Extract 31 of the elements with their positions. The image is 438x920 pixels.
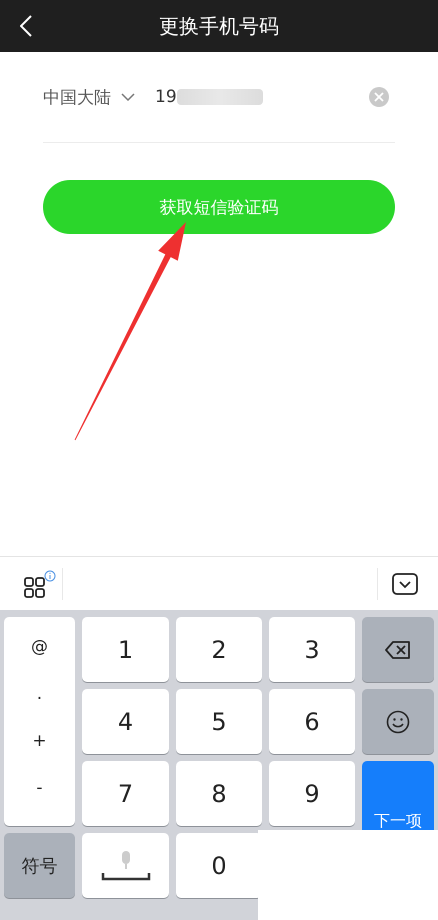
grid-icon [24,570,56,598]
space-key[interactable] [82,833,169,898]
close-icon [374,92,384,102]
digit-key[interactable]: 1 [82,617,169,682]
collapse-icon [392,572,418,594]
symbol-key[interactable]: . [20,680,60,708]
digit-key[interactable]: 9 [269,761,355,826]
region-selector[interactable]: 中国大陆 [43,86,135,108]
apps-button[interactable] [24,570,56,598]
digit-key[interactable]: 7 [82,761,169,826]
delete-key[interactable] [362,617,434,682]
hide-keyboard-button[interactable] [392,572,418,594]
digit-key[interactable]: 2 [176,617,262,682]
digit-key[interactable]: 5 [176,689,262,754]
symbols-key[interactable]: 符号 [4,833,75,898]
smiley-icon [386,710,410,734]
digit-key[interactable]: 4 [82,689,169,754]
digit-key[interactable]: 3 [269,617,355,682]
emoji-key[interactable] [362,689,434,754]
digit-key[interactable]: 6 [269,689,355,754]
symbol-key[interactable]: - [20,774,60,802]
next-key[interactable]: 下一项 [362,761,434,831]
back-icon [20,15,32,37]
chevron-down-icon [121,93,135,101]
symbol-key[interactable]: @ [20,632,60,661]
digit-key[interactable]: 8 [176,761,262,826]
page-title: 更换手机号码 [159,12,279,40]
microphone-space-icon [100,848,150,882]
phone-input-field[interactable]: 19 [155,82,369,112]
backspace-icon [385,640,411,658]
symbol-key[interactable]: + [20,727,60,756]
